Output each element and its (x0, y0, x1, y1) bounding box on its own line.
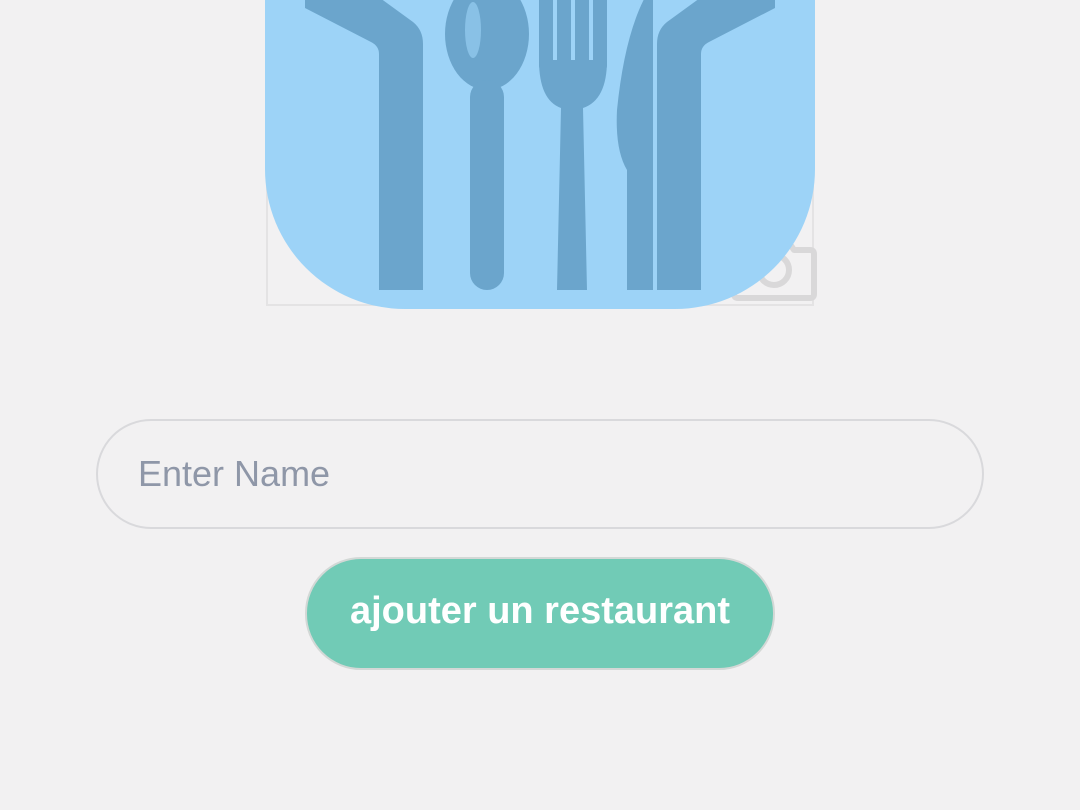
restaurant-name-input[interactable] (96, 419, 984, 529)
add-restaurant-button[interactable]: ajouter un restaurant (305, 557, 775, 670)
restaurant-logo[interactable] (265, 0, 815, 309)
add-restaurant-screen: ajouter un restaurant (0, 0, 1080, 810)
cutlery-icon (305, 0, 775, 290)
